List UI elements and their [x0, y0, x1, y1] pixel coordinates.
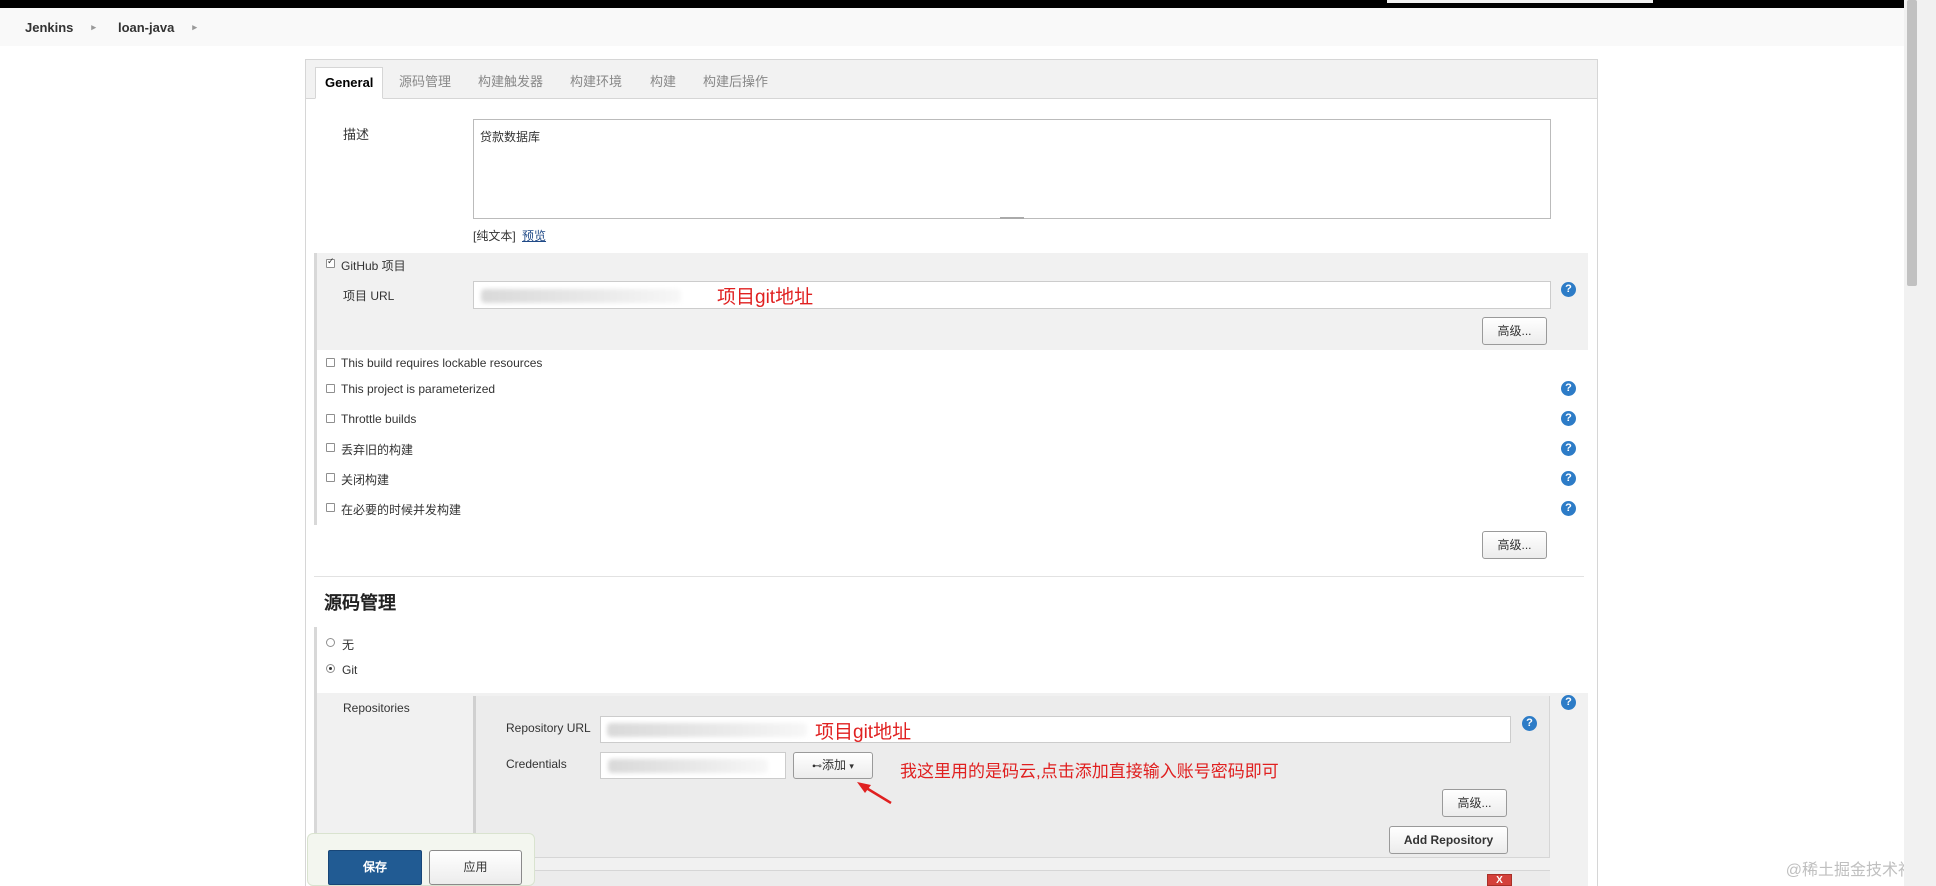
repository-url-label: Repository URL: [506, 721, 591, 735]
help-icon[interactable]: ?: [1561, 695, 1576, 710]
credentials-label: Credentials: [506, 757, 567, 771]
help-icon[interactable]: ?: [1561, 501, 1576, 516]
section-indent-line: [314, 253, 317, 350]
discard-old-builds-label: 丢弃旧的构建: [341, 443, 414, 457]
add-credentials-button[interactable]: ⊷添加 ▾: [793, 752, 873, 779]
help-icon[interactable]: ?: [1561, 411, 1576, 426]
top-header-bar: [0, 0, 1904, 8]
scrollbar-thumb[interactable]: [1907, 0, 1917, 286]
save-button[interactable]: 保存: [328, 850, 422, 885]
tab-scm[interactable]: 源码管理: [399, 67, 451, 99]
parameterized-label: This project is parameterized: [341, 382, 496, 396]
breadcrumb-separator-icon[interactable]: ▸: [91, 22, 96, 33]
github-project-checkbox[interactable]: [326, 256, 335, 268]
disable-build-checkbox[interactable]: [326, 473, 335, 482]
section-indent-line: [314, 350, 317, 525]
breadcrumb-separator-icon[interactable]: ▸: [192, 22, 197, 33]
header-search-box[interactable]: [1387, 0, 1653, 3]
scm-git-label: Git: [342, 663, 358, 677]
concurrent-builds-label: 在必要的时候并发构建: [341, 503, 462, 517]
tab-post-build[interactable]: 构建后操作: [703, 67, 768, 99]
scm-section-title: 源码管理: [324, 593, 396, 613]
tab-general[interactable]: General: [315, 67, 384, 99]
tab-build[interactable]: 构建: [650, 67, 676, 99]
redacted-credentials: [608, 759, 768, 773]
annotation-arrow-icon: [857, 782, 892, 805]
redacted-url: [607, 723, 807, 737]
add-repository-button[interactable]: Add Repository: [1389, 826, 1508, 854]
caret-down-icon: ▾: [849, 761, 854, 771]
breadcrumb-project[interactable]: loan-java: [118, 20, 174, 35]
repository-advanced-button[interactable]: 高级...: [1442, 789, 1507, 817]
project-url-label: 项目 URL: [343, 289, 395, 303]
credentials-annotation: 我这里用的是码云,点击添加直接输入账号密码即可: [900, 762, 1279, 781]
add-credentials-label: 添加: [822, 758, 847, 772]
description-label: 描述: [343, 127, 370, 142]
help-icon[interactable]: ?: [1522, 716, 1537, 731]
throttle-builds-label: Throttle builds: [341, 412, 417, 426]
help-icon[interactable]: ?: [1561, 381, 1576, 396]
branch-block: [473, 870, 1550, 886]
breadcrumb: Jenkins ▸ loan-java ▸: [0, 8, 1904, 46]
tab-build-triggers[interactable]: 构建触发器: [478, 67, 543, 99]
scm-none-label: 无: [342, 638, 355, 652]
discard-old-builds-checkbox[interactable]: [326, 443, 335, 452]
key-icon: ⊷: [812, 761, 823, 772]
jenkins-config-page: Jenkins ▸ loan-java ▸ General 源码管理 构建触发器…: [0, 0, 1936, 886]
preview-link[interactable]: 预览: [522, 227, 546, 244]
github-project-label: GitHub 项目: [341, 259, 406, 273]
repository-url-annotation: 项目git地址: [815, 722, 912, 743]
help-icon[interactable]: ?: [1561, 441, 1576, 456]
general-advanced-button[interactable]: 高级...: [1482, 531, 1547, 559]
concurrent-builds-checkbox[interactable]: [326, 503, 335, 512]
apply-button[interactable]: 应用: [429, 850, 522, 885]
help-icon[interactable]: ?: [1561, 471, 1576, 486]
section-divider: [314, 576, 1584, 577]
lockable-resources-checkbox[interactable]: [326, 358, 335, 367]
lockable-resources-label: This build requires lockable resources: [341, 356, 543, 370]
project-url-annotation: 项目git地址: [717, 287, 814, 308]
tab-build-environment[interactable]: 构建环境: [570, 67, 622, 99]
delete-button[interactable]: X: [1487, 874, 1512, 886]
breadcrumb-jenkins[interactable]: Jenkins: [25, 20, 73, 35]
scm-none-radio[interactable]: [326, 638, 335, 647]
scm-git-radio[interactable]: [326, 664, 335, 673]
textarea-resize-handle[interactable]: [1000, 217, 1024, 219]
throttle-builds-checkbox[interactable]: [326, 414, 335, 423]
plain-text-label: [纯文本]: [473, 229, 516, 243]
github-advanced-button[interactable]: 高级...: [1482, 317, 1547, 345]
repositories-label: Repositories: [343, 701, 410, 715]
redacted-url: [481, 289, 681, 303]
description-textarea[interactable]: 贷款数据库: [473, 119, 1551, 219]
help-icon[interactable]: ?: [1561, 282, 1576, 297]
disable-build-label: 关闭构建: [341, 473, 390, 487]
parameterized-checkbox[interactable]: [326, 384, 335, 393]
